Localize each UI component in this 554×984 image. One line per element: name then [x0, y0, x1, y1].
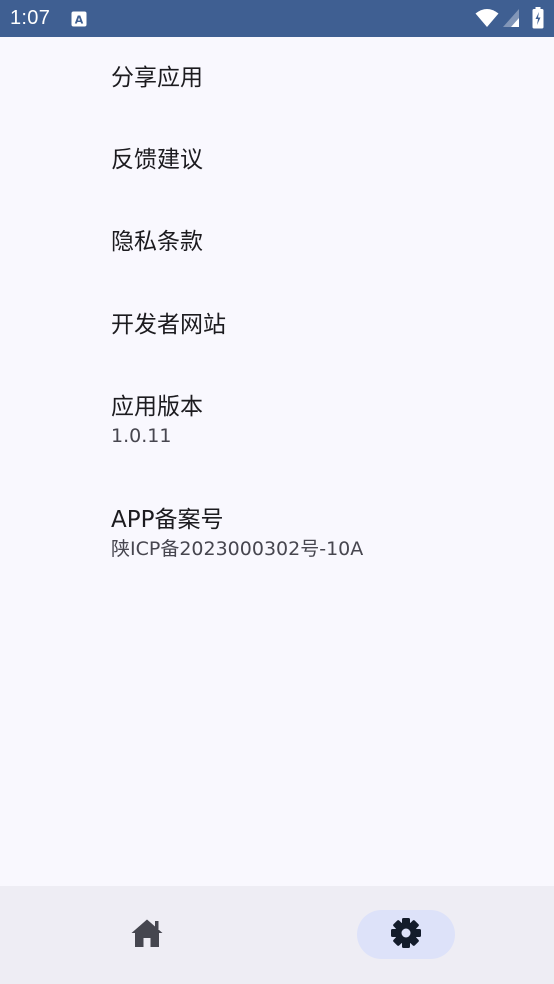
feedback-item[interactable]: 反馈建议: [111, 145, 203, 175]
privacy-policy-item[interactable]: 隐私条款: [111, 227, 203, 257]
text-a-icon: A: [71, 11, 87, 27]
battery-icon: [532, 7, 544, 29]
setting-title: 分享应用: [111, 65, 203, 91]
app-version-item[interactable]: 应用版本 1.0.11: [111, 392, 203, 448]
wifi-icon: [475, 8, 499, 28]
status-icons: [475, 7, 544, 29]
app-icp-filing-item[interactable]: APP备案号 陕ICP备2023000302号-10A: [111, 505, 363, 561]
setting-title: 隐私条款: [111, 229, 203, 255]
home-icon: [130, 918, 164, 952]
status-bar: 1:07 A: [0, 0, 554, 37]
setting-title: 应用版本: [111, 394, 203, 420]
share-app-item[interactable]: 分享应用: [111, 63, 203, 93]
signal-icon: [502, 8, 520, 28]
svg-text:A: A: [75, 14, 84, 27]
setting-title: APP备案号: [111, 507, 224, 533]
status-time: 1:07: [10, 7, 51, 29]
setting-title: 反馈建议: [111, 147, 203, 173]
app-icp-filing-value: 陕ICP备2023000302号-10A: [111, 538, 364, 560]
setting-title: 开发者网站: [111, 312, 226, 338]
nav-home-button[interactable]: [98, 910, 196, 959]
app-version-value: 1.0.11: [111, 425, 172, 447]
bottom-navigation: [0, 886, 554, 984]
developer-website-item[interactable]: 开发者网站: [111, 310, 226, 340]
gear-icon: [389, 916, 423, 954]
nav-settings-button[interactable]: [357, 910, 455, 959]
